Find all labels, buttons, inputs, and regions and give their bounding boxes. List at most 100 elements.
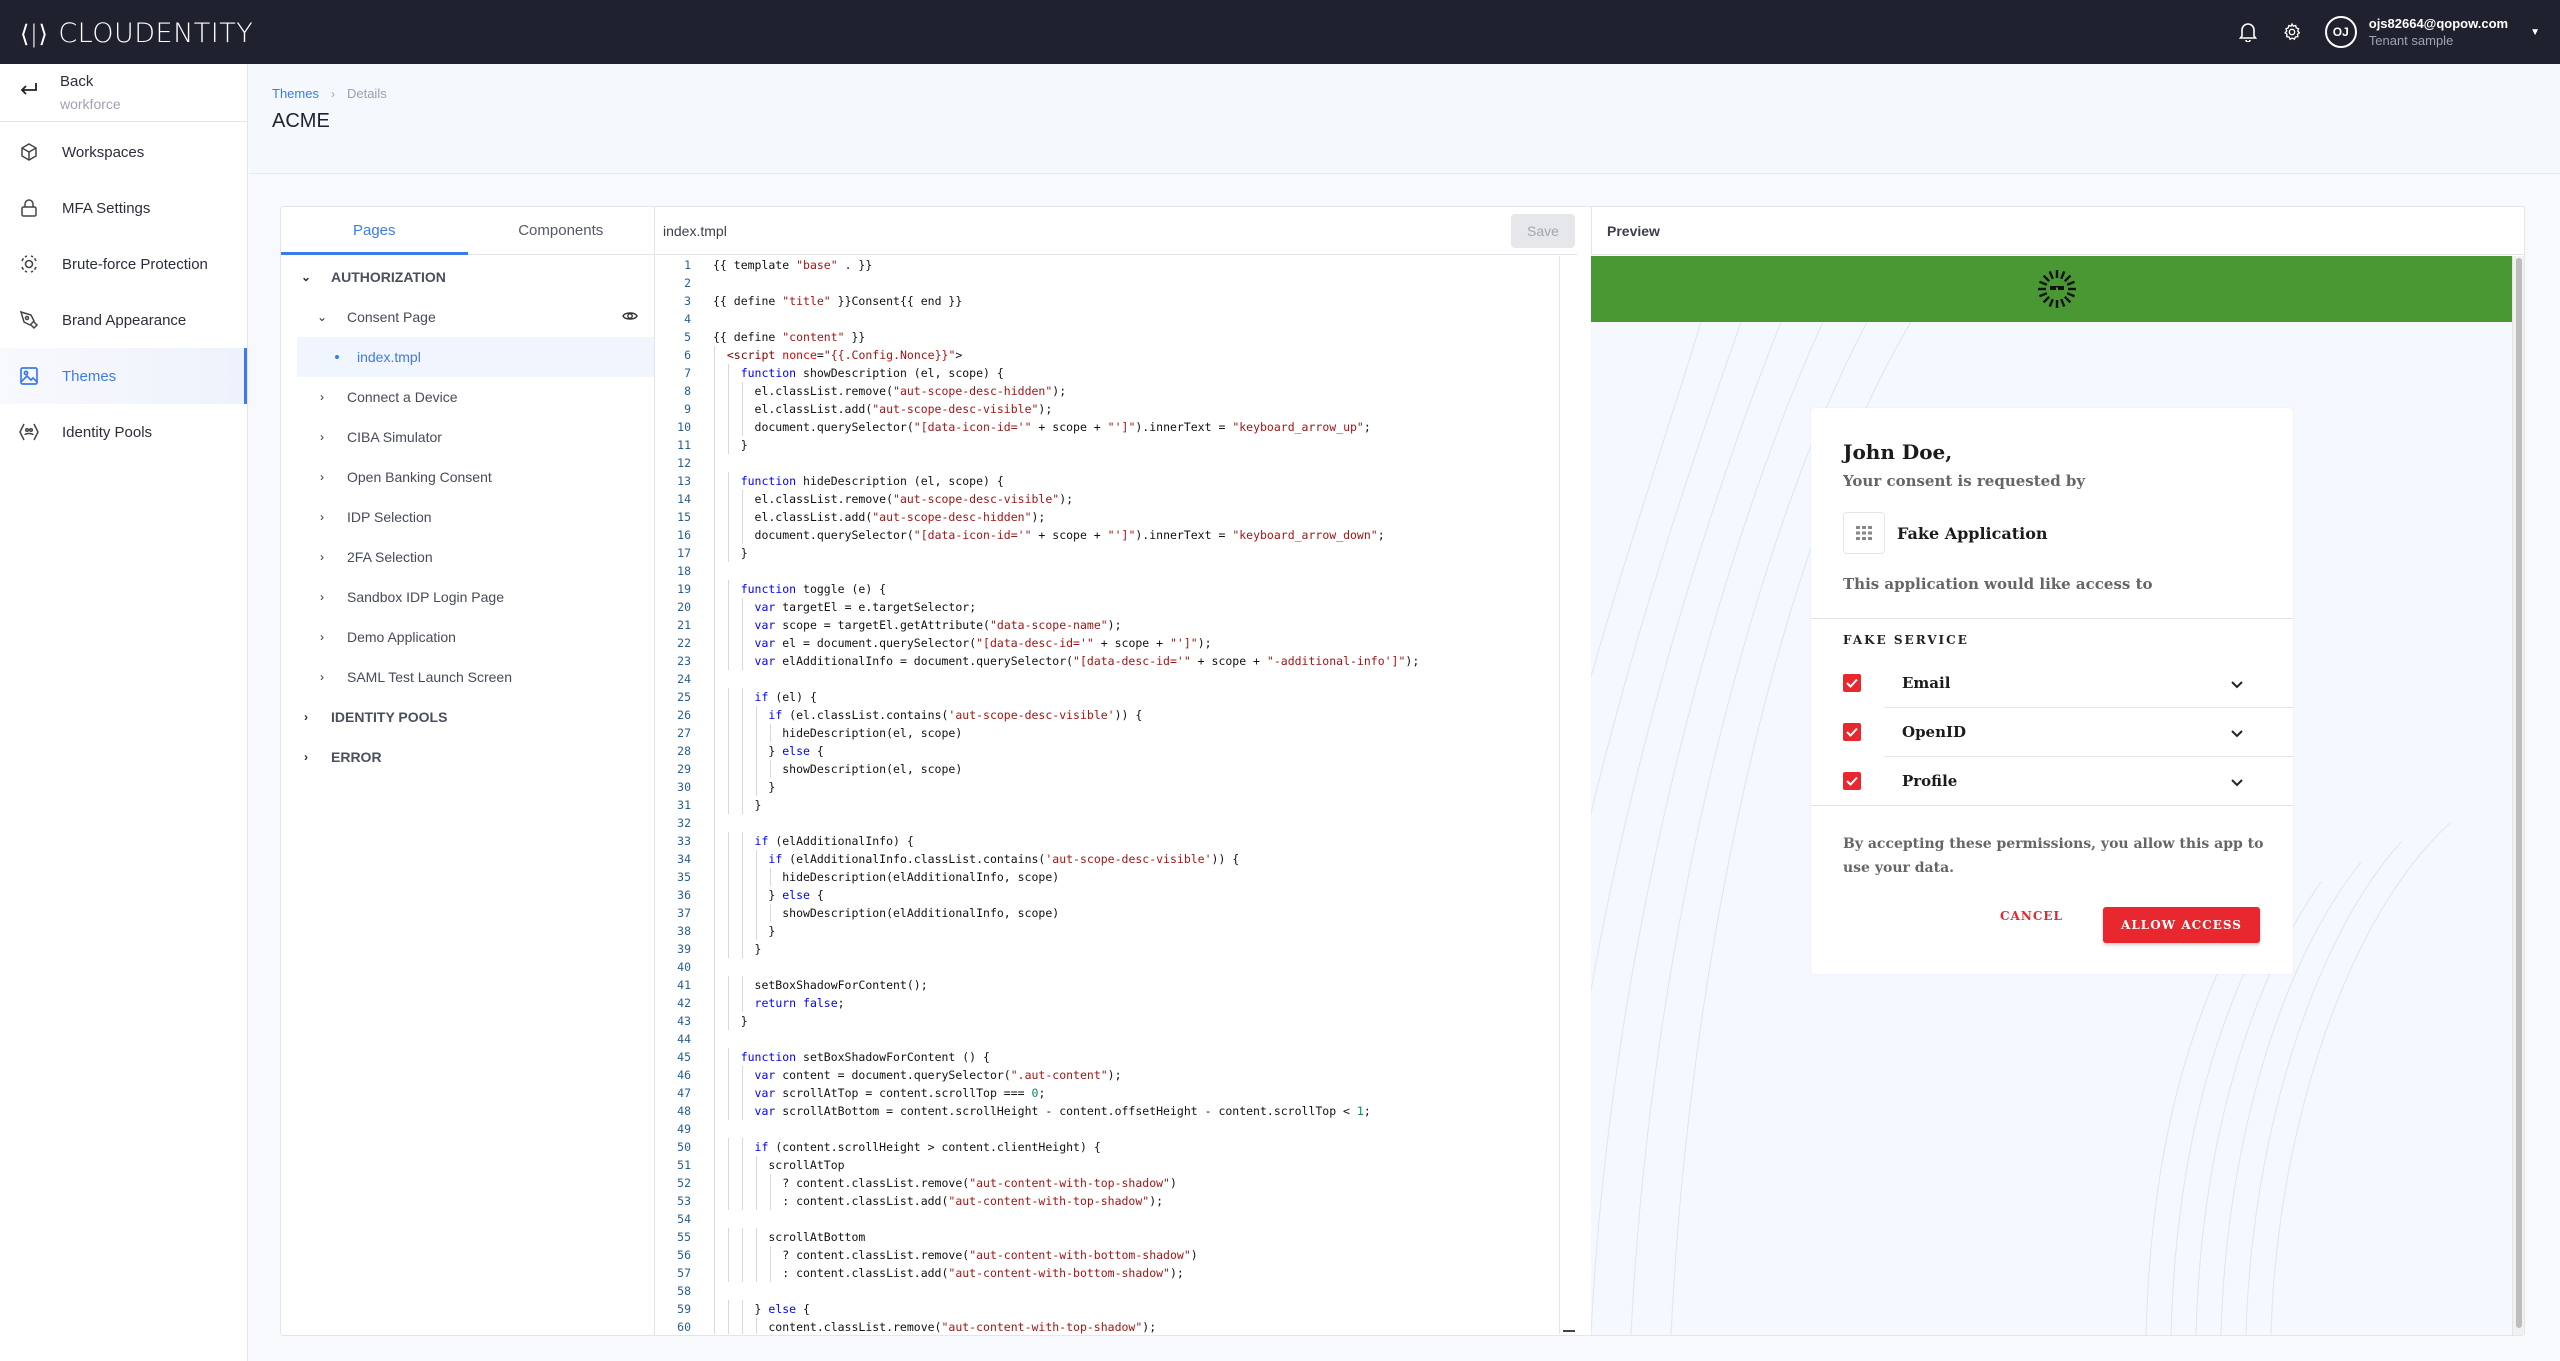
code-line[interactable]: 40 <box>655 958 1559 976</box>
caret-down-icon[interactable]: ▼ <box>2530 27 2540 38</box>
code-line[interactable]: 36 } else { <box>655 886 1559 904</box>
tree-page-consent-page[interactable]: ⌄ Consent Page <box>281 297 654 337</box>
save-button[interactable]: Save <box>1511 214 1575 248</box>
code-line[interactable]: 23 var elAdditionalInfo = document.query… <box>655 652 1559 670</box>
tree-section-authorization[interactable]: ⌄ AUTHORIZATION <box>281 257 654 297</box>
sidebar-item-brute-force-protection[interactable]: Brute-force Protection <box>0 236 247 292</box>
chevron-down-icon[interactable] <box>2231 674 2243 693</box>
code-line[interactable]: 4 <box>655 310 1559 328</box>
code-line[interactable]: 45 function setBoxShadowForContent () { <box>655 1048 1559 1066</box>
tree-page-ciba-simulator[interactable]: › CIBA Simulator <box>281 417 654 457</box>
code-line[interactable]: 10 document.querySelector("[data-icon-id… <box>655 418 1559 436</box>
code-line[interactable]: 25 if (el) { <box>655 688 1559 706</box>
tree-page-sandbox-idp-login-page[interactable]: › Sandbox IDP Login Page <box>281 577 654 617</box>
code-editor[interactable]: 1{{ template "base" . }} 2 3{{ define "tit… <box>655 256 1560 1334</box>
code-line[interactable]: 28 } else { <box>655 742 1559 760</box>
code-line[interactable]: 8 el.classList.remove("aut-scope-desc-hi… <box>655 382 1559 400</box>
code-line[interactable]: 50 if (content.scrollHeight > content.cl… <box>655 1138 1559 1156</box>
chevron-down-icon[interactable] <box>2231 772 2243 791</box>
scope-row-email[interactable]: Email <box>1843 658 2293 707</box>
bell-icon[interactable] <box>2237 21 2259 43</box>
code-line[interactable]: 44 <box>655 1030 1559 1048</box>
sidebar-item-themes[interactable]: Themes <box>0 348 247 404</box>
code-line[interactable]: 53 : content.classList.add("aut-content-… <box>655 1192 1559 1210</box>
code-line[interactable]: 37 showDescription(elAdditionalInfo, sco… <box>655 904 1559 922</box>
code-line[interactable]: 60 content.classList.remove("aut-content… <box>655 1318 1559 1334</box>
code-line[interactable]: 1 {{ template "base" . }} <box>655 256 1559 274</box>
code-line[interactable]: 41 setBoxShadowForContent(); <box>655 976 1559 994</box>
user-menu[interactable]: OJ ojs82664@qopow.com Tenant sample ▼ <box>2324 15 2540 49</box>
code-line[interactable]: 16 document.querySelector("[data-icon-id… <box>655 526 1559 544</box>
tree-section-error[interactable]: › ERROR <box>281 737 654 777</box>
code-line[interactable]: 56 ? content.classList.remove("aut-conte… <box>655 1246 1559 1264</box>
code-line[interactable]: 38 } <box>655 922 1559 940</box>
code-line[interactable]: 47 var scrollAtTop = content.scrollTop =… <box>655 1084 1559 1102</box>
code-line[interactable]: 24 <box>655 670 1559 688</box>
tab-components[interactable]: Components <box>468 207 655 254</box>
sidebar-item-mfa-settings[interactable]: MFA Settings <box>0 180 247 236</box>
cancel-button[interactable]: CANCEL <box>2000 909 2063 923</box>
code-line[interactable]: 22 var el = document.querySelector("[dat… <box>655 634 1559 652</box>
code-line[interactable]: 58 <box>655 1282 1559 1300</box>
code-line[interactable]: 30 } <box>655 778 1559 796</box>
code-line[interactable]: 31 } <box>655 796 1559 814</box>
code-line[interactable]: 34 if (elAdditionalInfo.classList.contai… <box>655 850 1559 868</box>
tree-page-demo-application[interactable]: › Demo Application <box>281 617 654 657</box>
brand-logo[interactable]: ⟨|⟩ CLOUDENTITY <box>20 18 253 49</box>
tree-page-saml-test-launch-screen[interactable]: › SAML Test Launch Screen <box>281 657 654 697</box>
scope-row-profile[interactable]: Profile <box>1843 756 2293 805</box>
code-line[interactable]: 51 scrollAtTop <box>655 1156 1559 1174</box>
code-line[interactable]: 46 var content = document.querySelector(… <box>655 1066 1559 1084</box>
tree-section-identity-pools[interactable]: › IDENTITY POOLS <box>281 697 654 737</box>
code-line[interactable]: 3 {{ define "title" }}Consent{{ end }} <box>655 292 1559 310</box>
back-button[interactable]: Back workforce <box>0 64 247 122</box>
editor-scrollbar[interactable] <box>1563 256 1577 1334</box>
breadcrumb-themes[interactable]: Themes <box>272 86 319 101</box>
code-line[interactable]: 59 } else { <box>655 1300 1559 1318</box>
tab-pages[interactable]: Pages <box>281 207 468 255</box>
code-line[interactable]: 2 <box>655 274 1559 292</box>
scope-row-openid[interactable]: OpenID <box>1843 707 2293 756</box>
code-line[interactable]: 49 <box>655 1120 1559 1138</box>
gear-icon[interactable] <box>2281 21 2303 43</box>
tree-page-connect-a-device[interactable]: › Connect a Device <box>281 377 654 417</box>
scrollbar-thumb[interactable] <box>2516 258 2522 1328</box>
sidebar-item-identity-pools[interactable]: Identity Pools <box>0 404 247 460</box>
sidebar-item-brand-appearance[interactable]: Brand Appearance <box>0 292 247 348</box>
code-line[interactable]: 26 if (el.classList.contains('aut-scope-… <box>655 706 1559 724</box>
code-line[interactable]: 27 hideDescription(el, scope) <box>655 724 1559 742</box>
tree-page-idp-selection[interactable]: › IDP Selection <box>281 497 654 537</box>
chevron-down-icon[interactable] <box>2231 723 2243 742</box>
code-line[interactable]: 42 return false; <box>655 994 1559 1012</box>
code-line[interactable]: 48 var scrollAtBottom = content.scrollHe… <box>655 1102 1559 1120</box>
code-line[interactable]: 43 } <box>655 1012 1559 1030</box>
checkbox-checked-icon[interactable] <box>1843 771 1861 790</box>
code-line[interactable]: 52 ? content.classList.remove("aut-conte… <box>655 1174 1559 1192</box>
tree-page-open-banking-consent[interactable]: › Open Banking Consent <box>281 457 654 497</box>
tree-page-2fa-selection[interactable]: › 2FA Selection <box>281 537 654 577</box>
eye-icon[interactable] <box>622 309 638 326</box>
code-line[interactable]: 18 <box>655 562 1559 580</box>
tree-file-index-tmpl[interactable]: index.tmpl <box>297 337 654 377</box>
preview-scrollbar[interactable] <box>2512 256 2524 1335</box>
code-line[interactable]: 33 if (elAdditionalInfo) { <box>655 832 1559 850</box>
code-line[interactable]: 57 : content.classList.add("aut-content-… <box>655 1264 1559 1282</box>
code-line[interactable]: 21 var scope = targetEl.getAttribute("da… <box>655 616 1559 634</box>
sidebar-item-workspaces[interactable]: Workspaces <box>0 124 247 180</box>
code-line[interactable]: 11 } <box>655 436 1559 454</box>
code-line[interactable]: 19 function toggle (e) { <box>655 580 1559 598</box>
checkbox-checked-icon[interactable] <box>1843 722 1861 741</box>
code-line[interactable]: 5 {{ define "content" }} <box>655 328 1559 346</box>
code-line[interactable]: 55 scrollAtBottom <box>655 1228 1559 1246</box>
code-line[interactable]: 15 el.classList.add("aut-scope-desc-hidd… <box>655 508 1559 526</box>
code-line[interactable]: 13 function hideDescription (el, scope) … <box>655 472 1559 490</box>
checkbox-checked-icon[interactable] <box>1843 673 1861 692</box>
code-line[interactable]: 14 el.classList.remove("aut-scope-desc-v… <box>655 490 1559 508</box>
code-line[interactable]: 17 } <box>655 544 1559 562</box>
code-line[interactable]: 20 var targetEl = e.targetSelector; <box>655 598 1559 616</box>
allow-access-button[interactable]: ALLOW ACCESS <box>2103 907 2260 943</box>
code-line[interactable]: 7 function showDescription (el, scope) { <box>655 364 1559 382</box>
code-line[interactable]: 32 <box>655 814 1559 832</box>
code-line[interactable]: 12 <box>655 454 1559 472</box>
code-line[interactable]: 54 <box>655 1210 1559 1228</box>
